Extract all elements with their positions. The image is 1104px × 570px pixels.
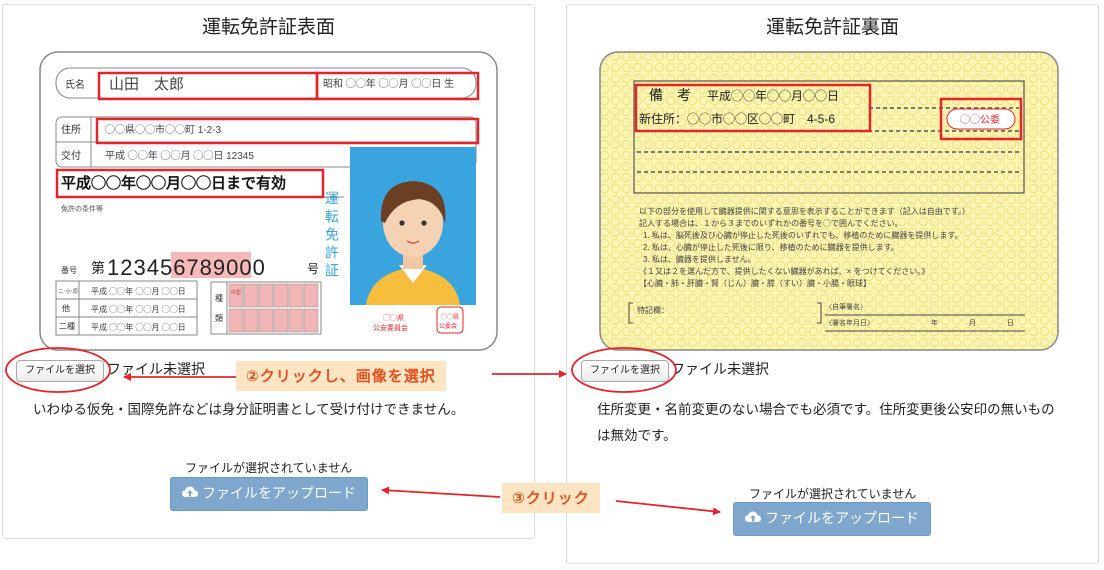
- back-title: 運転免許証裏面: [765, 16, 899, 38]
- address-value: ◯◯県◯◯市◯◯町 1-2-3: [105, 123, 222, 136]
- front-file-status: ファイル未選択: [107, 362, 205, 378]
- signature-date-label: 〈署名年月日〉: [825, 318, 874, 327]
- svg-text:123456789000: 123456789000: [107, 255, 266, 280]
- valid-until: 平成◯◯年◯◯月◯◯日まで有効: [61, 174, 286, 192]
- front-title: 運転免許証表面: [201, 16, 335, 38]
- front-upload-panel: 運転免許証表面 氏名 山田 太郎 昭和 ◯◯年 ◯◯月 ◯◯日 生 住所 ◯◯県…: [2, 4, 535, 539]
- back-upload-status: ファイルが選択されていません: [749, 487, 917, 501]
- number-plain: 12345: [107, 255, 173, 280]
- back-file-select-button[interactable]: ファイルを選択: [581, 360, 669, 382]
- conditions-label: 免許の条件等: [61, 204, 103, 213]
- sig-month: 月: [969, 319, 976, 327]
- back-upload-panel: 運転免許証裏面 備 考 平成◯◯年◯◯月◯◯日 新住所：◯◯市◯◯区◯◯町 4-…: [566, 4, 1099, 564]
- front-upload-status: ファイルが選択されていません: [185, 461, 353, 475]
- front-note: いわゆる仮免・国際免許などは身分証明書として受け付けできません。: [33, 402, 465, 418]
- name-value: 山田 太郎: [109, 76, 184, 93]
- type-chip: 中型: [231, 289, 241, 296]
- cloud-upload-icon: [182, 478, 198, 510]
- seal-mark: ◯◯県: [441, 313, 459, 321]
- back-upload-label: ファイルをアップロード: [765, 511, 919, 527]
- number-suffix: 号: [307, 262, 319, 276]
- row1-label: 二･小･原: [58, 288, 78, 295]
- svg-text:公委会: 公委会: [439, 322, 457, 330]
- front-upload-label: ファイルをアップロード: [202, 486, 356, 502]
- back-file-status: ファイル未選択: [671, 362, 769, 378]
- callout-select-image: ②クリックし、画像を選択: [236, 361, 446, 391]
- type-label-2: 類: [215, 313, 223, 323]
- number-highlight: 6789: [173, 255, 226, 280]
- signature-label: 〈自筆署名〉: [825, 302, 867, 311]
- stamp-text: ◯◯公委: [960, 113, 1000, 126]
- type-label-1: 種: [215, 293, 223, 303]
- cloud-upload-icon: [745, 503, 761, 535]
- address-label: 住所: [61, 123, 81, 136]
- row3-label: 二種: [59, 321, 75, 331]
- number-label: 番号: [61, 265, 77, 275]
- remarks-date: 平成◯◯年◯◯月◯◯日: [707, 89, 839, 103]
- number-tail: 000: [226, 255, 266, 280]
- donor-line-4: 2. 私は、心臓が停止した死後に限り、移植のために臓器を提供します。: [643, 242, 899, 252]
- license-front-image: 氏名 山田 太郎 昭和 ◯◯年 ◯◯月 ◯◯日 生 住所 ◯◯県◯◯市◯◯町 1…: [39, 51, 498, 351]
- sig-day: 日: [1007, 319, 1014, 327]
- birth-date: 昭和 ◯◯年 ◯◯月 ◯◯日 生: [323, 77, 454, 90]
- issuer-line1: ◯◯県: [383, 314, 404, 322]
- row2-date: 平成 ◯◯年 ◯◯月 ◯◯日: [91, 304, 186, 314]
- number-prefix: 第: [91, 260, 105, 276]
- front-upload-button[interactable]: ファイルをアップロード: [170, 477, 368, 511]
- donor-line-6: 《１又は２を選んだ方で、提供したくない臓器があれば、× をつけてください。》: [639, 266, 929, 276]
- callout-click-upload: ③クリック: [502, 483, 600, 513]
- remarks-label: 備 考: [649, 87, 691, 103]
- donor-line-5: 3. 私は、臓器を提供しません。: [643, 254, 756, 264]
- row1-date: 平成 ◯◯年 ◯◯月 ◯◯日: [91, 286, 186, 296]
- back-note: 住所変更・名前変更のない場合でも必須です。住所変更後公安印の無いものは無効です。: [597, 402, 1055, 444]
- donor-line-2: 記入する場合は、１から３までのいずれかの番号を◯で囲んでください。: [639, 218, 903, 228]
- card-vertical-title: 運転免許証: [324, 191, 340, 281]
- back-upload-button[interactable]: ファイルをアップロード: [733, 502, 931, 536]
- front-file-select-button[interactable]: ファイルを選択: [16, 360, 104, 382]
- issuer-line2: 公安委員会: [373, 323, 408, 332]
- name-label: 氏名: [65, 78, 85, 91]
- row2-label: 他: [62, 303, 70, 313]
- issue-label: 交付: [61, 149, 81, 162]
- sig-year: 年: [931, 318, 938, 327]
- portrait-photo: [350, 147, 476, 305]
- donor-line-3: 1. 私は、脳死後及び心臓が停止した死後のいずれでも、移植のために臓器を提供しま…: [643, 230, 963, 240]
- new-address: 新住所：◯◯市◯◯区◯◯町 4-5-6: [639, 111, 835, 126]
- donor-line-7: 【心臓・肺・肝臓・腎（じん）臓・膵（すい）臓・小腸・眼球】: [639, 278, 871, 288]
- row3-date: 平成 ◯◯年 ◯◯月 ◯◯日: [91, 322, 186, 332]
- special-label: 特記欄：: [637, 305, 669, 315]
- license-back-image: 備 考 平成◯◯年◯◯月◯◯日 新住所：◯◯市◯◯区◯◯町 4-5-6 ◯◯公委…: [599, 51, 1059, 351]
- issue-value: 平成 ◯◯年 ◯◯月 ◯◯日 12345: [105, 149, 254, 162]
- donor-line-1: 以下の部分を使用して臓器提供に関する意思を表示することができます（記入は自由です…: [639, 206, 970, 216]
